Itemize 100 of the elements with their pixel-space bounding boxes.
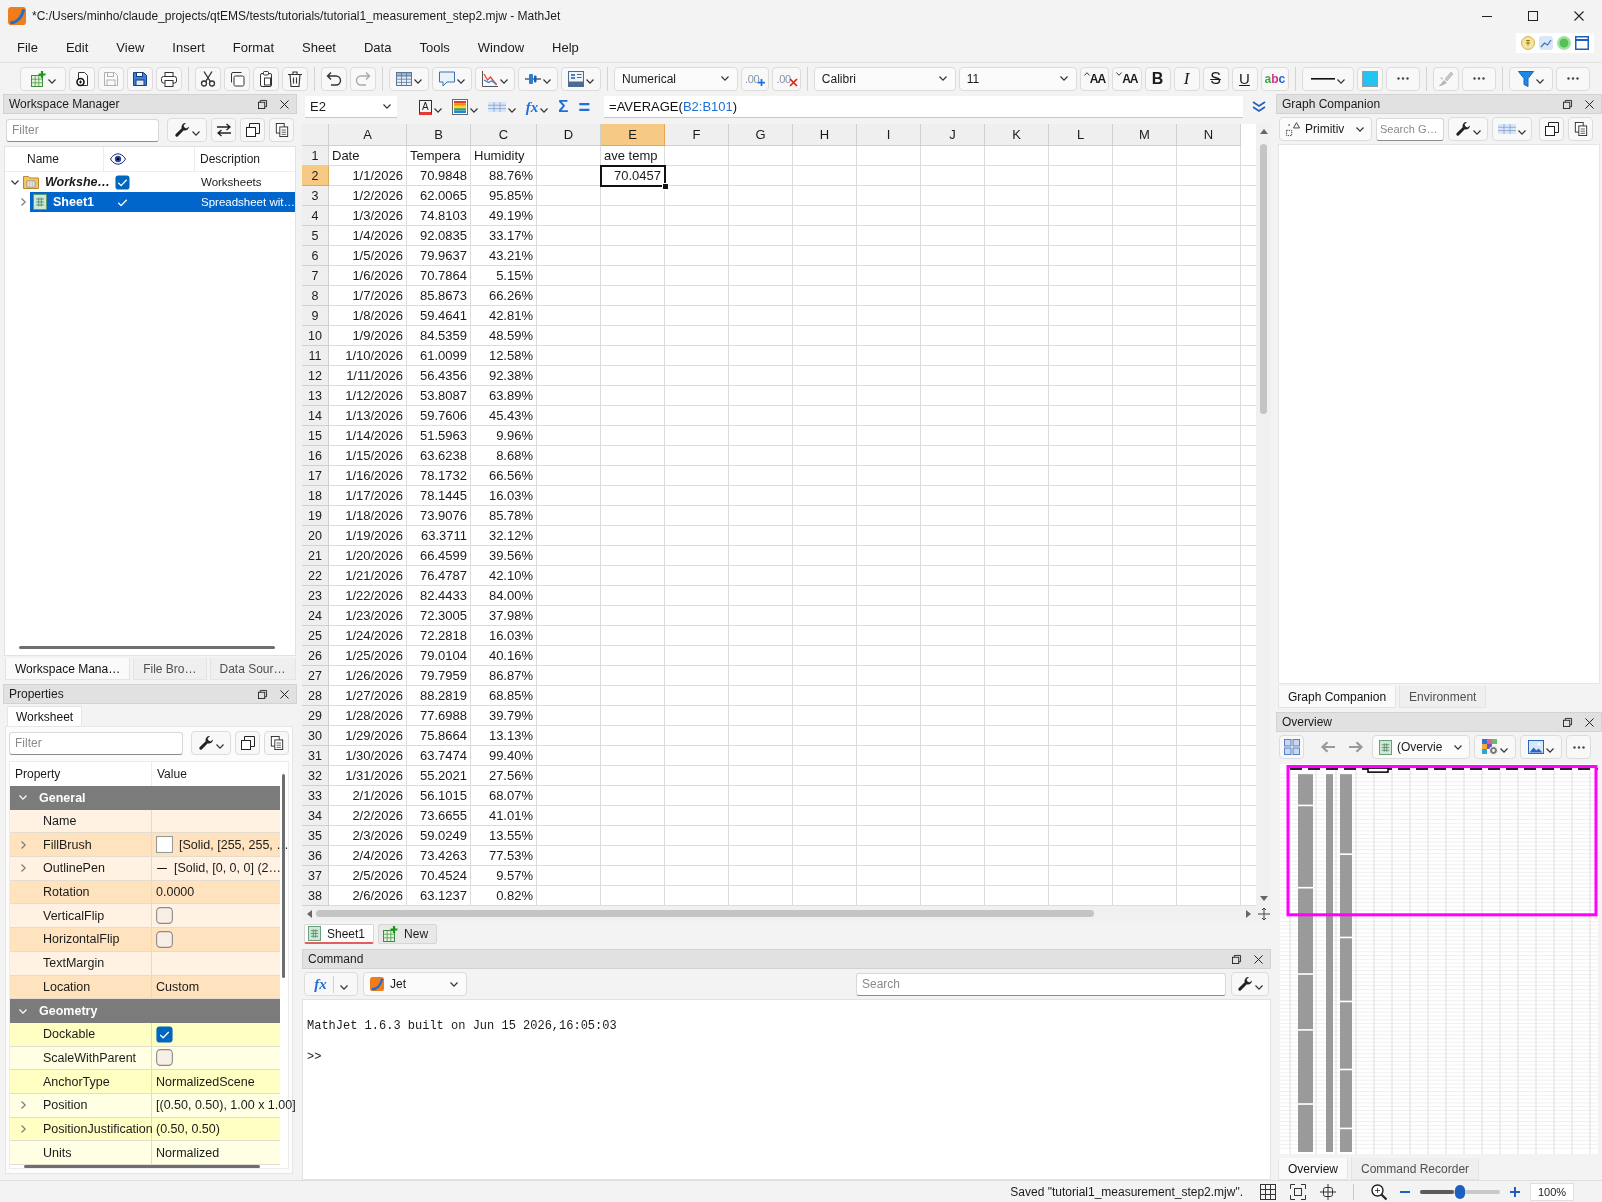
insert-function-button[interactable]: fx (523, 96, 551, 118)
row-header[interactable]: 36 (302, 846, 329, 866)
row-header[interactable]: 14 (302, 406, 329, 426)
bold-button[interactable]: B (1144, 66, 1171, 91)
sum-button[interactable]: Σ (556, 96, 571, 118)
row-header[interactable]: 37 (302, 866, 329, 886)
menu-item[interactable]: Edit (51, 34, 103, 60)
panel-tab[interactable]: Worksheet (7, 706, 83, 726)
menu-item[interactable]: Tools (405, 34, 464, 60)
property-group[interactable]: Geometry (10, 999, 280, 1023)
insert-form-button[interactable] (561, 66, 601, 91)
row-header[interactable]: 34 (302, 806, 329, 826)
row-header[interactable]: 21 (302, 546, 329, 566)
tree-item[interactable]: Workshe… Worksheets (21, 172, 295, 192)
property-row[interactable]: AnchorType NormalizedScene (10, 1070, 280, 1094)
font-size-dropdown[interactable]: 11 (958, 66, 1077, 91)
row-header[interactable]: 7 (302, 266, 329, 286)
cut-button[interactable] (195, 66, 221, 91)
insert-chart-button[interactable] (475, 66, 515, 91)
row-header[interactable]: 31 (302, 746, 329, 766)
line-style-dropdown[interactable] (1302, 66, 1355, 91)
delete-button[interactable] (282, 66, 308, 91)
grid-view-button[interactable] (1279, 735, 1304, 759)
row-header[interactable]: 35 (302, 826, 329, 846)
settings-button[interactable] (167, 118, 207, 142)
row-header[interactable]: 30 (302, 726, 329, 746)
row-header[interactable]: 28 (302, 686, 329, 706)
grow-font-button[interactable]: AA (1079, 66, 1110, 91)
row-header[interactable]: 12 (302, 366, 329, 386)
row-header[interactable]: 24 (302, 606, 329, 626)
property-row[interactable]: TextMargin (10, 951, 280, 976)
open-button[interactable] (69, 66, 95, 91)
row-header[interactable]: 33 (302, 786, 329, 806)
search-field[interactable]: Search (856, 972, 1226, 996)
view-dropdown[interactable]: (Overvie (1372, 735, 1470, 759)
checkbox[interactable] (156, 907, 173, 925)
horizontal-scrollbar[interactable] (24, 1165, 260, 1168)
windows-button[interactable] (235, 731, 260, 755)
row-header[interactable]: 8 (302, 286, 329, 306)
row-header[interactable]: 11 (302, 346, 329, 366)
row-header[interactable]: 22 (302, 566, 329, 586)
column-header[interactable]: K (985, 124, 1049, 146)
scrollbar-thumb[interactable] (316, 910, 1094, 917)
number-format-dropdown[interactable]: Numerical (614, 66, 738, 91)
documents-button[interactable] (1568, 117, 1593, 141)
insert-function-button[interactable]: fx (304, 972, 358, 996)
menu-item[interactable]: Window (463, 34, 539, 60)
insert-slider-button[interactable] (518, 66, 558, 91)
scrollbar-thumb[interactable] (1260, 144, 1267, 414)
column-header[interactable]: Description (195, 147, 295, 171)
float-button[interactable] (1560, 97, 1574, 111)
panel-tab[interactable]: Command Recorder (1351, 1158, 1480, 1180)
visibility-checkbox[interactable] (115, 174, 130, 190)
sheet-overview-thumbnail[interactable] (1280, 764, 1598, 1154)
float-button[interactable] (255, 97, 269, 111)
menu-item[interactable]: Insert (158, 34, 219, 60)
strikeout-button[interactable]: S (1202, 66, 1229, 91)
underline-button[interactable]: U (1231, 66, 1258, 91)
new-sheet-button[interactable] (20, 66, 66, 91)
row-header[interactable]: 1 (302, 146, 329, 166)
column-header[interactable]: I (857, 124, 921, 146)
primitive-dropdown[interactable]: Primitiv (1279, 117, 1372, 141)
row-header[interactable]: 18 (302, 486, 329, 506)
paste-button[interactable] (253, 66, 279, 91)
property-row[interactable]: HorizontalFlip (10, 928, 280, 952)
row-header[interactable]: 4 (302, 206, 329, 226)
copy-button[interactable] (224, 66, 250, 91)
font-dropdown[interactable]: Calibri (813, 66, 956, 91)
column-header[interactable]: C (471, 124, 537, 146)
row-header[interactable]: 3 (302, 186, 329, 206)
search-field[interactable]: Search G… (1376, 117, 1444, 141)
windows-button[interactable] (240, 118, 265, 142)
language-dropdown[interactable]: Jet (363, 972, 467, 996)
float-button[interactable] (1560, 715, 1574, 729)
undo-button[interactable] (321, 66, 347, 91)
font-color-button[interactable]: A (417, 96, 444, 118)
more-button[interactable] (1566, 735, 1591, 759)
column-header[interactable]: N (1177, 124, 1241, 146)
windows-button[interactable] (1539, 117, 1564, 141)
close-panel-button[interactable] (277, 687, 291, 701)
menu-item[interactable]: Data (350, 34, 406, 60)
menu-item[interactable]: File (3, 34, 52, 60)
panel-tab[interactable]: Workspace Mana… (5, 658, 131, 680)
close-panel-button[interactable] (1251, 952, 1265, 966)
row-header[interactable]: 25 (302, 626, 329, 646)
property-row[interactable]: OutlinePen [Solid, [0, 0, 0] (2… (10, 857, 280, 881)
fill-handle[interactable] (662, 183, 669, 190)
name-box[interactable]: E2 (305, 96, 397, 118)
column-header[interactable]: G (729, 124, 793, 146)
new-sheet-tab[interactable]: New (378, 924, 438, 944)
row-header[interactable]: 38 (302, 886, 329, 906)
property-row[interactable]: VerticalFlip (10, 904, 280, 929)
property-row[interactable]: Rotation 0.0000 (10, 880, 280, 905)
float-button[interactable] (255, 687, 269, 701)
zoom-button[interactable] (1368, 1181, 1390, 1202)
print-button[interactable] (156, 66, 182, 91)
row-header[interactable]: 32 (302, 766, 329, 786)
save-all-button[interactable] (127, 66, 153, 91)
column-header[interactable]: H (793, 124, 857, 146)
vertical-scrollbar[interactable] (282, 774, 285, 978)
